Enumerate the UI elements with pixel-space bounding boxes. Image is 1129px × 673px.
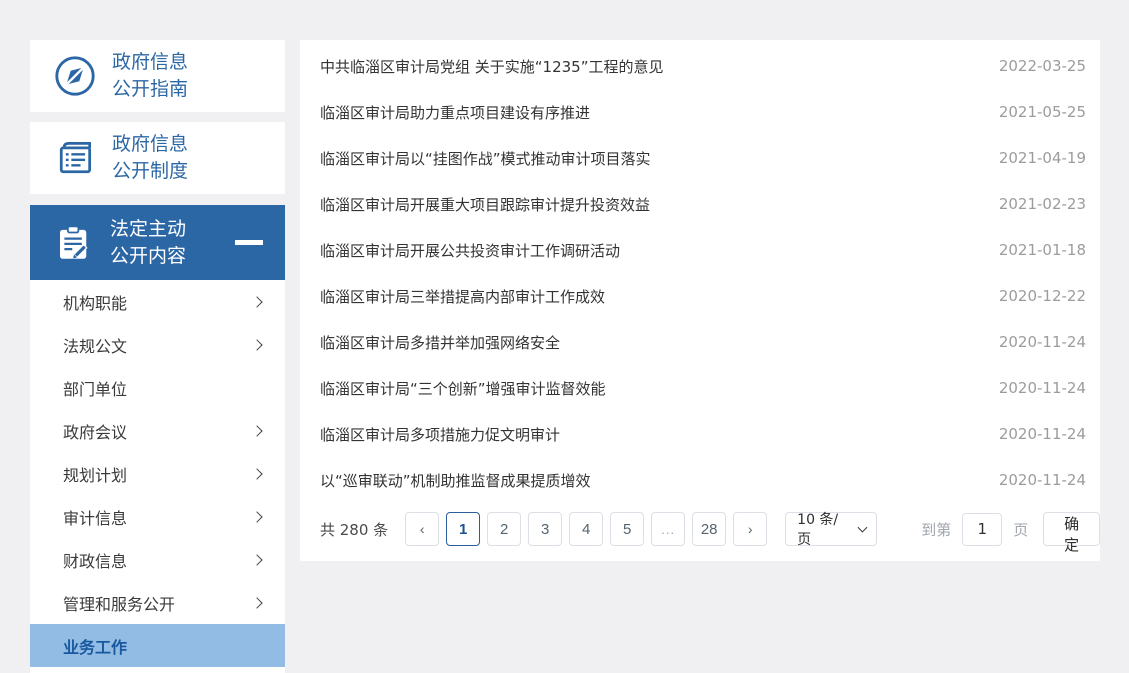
submenu-label: 规划计划 <box>63 462 127 486</box>
sidebar-item-planning[interactable]: 规划计划 <box>30 452 285 495</box>
chevron-right-icon <box>251 296 262 307</box>
sidebar-item-gov-info-system[interactable]: 政府信息 公开制度 <box>30 122 285 194</box>
confirm-button[interactable]: 确定 <box>1043 512 1100 546</box>
submenu-label: 财政信息 <box>63 548 127 572</box>
news-title-link[interactable]: 中共临淄区审计局党组 关于实施“1235”工程的意见 <box>320 56 664 77</box>
sidebar-submenu: 机构职能 法规公文 部门单位 政府会议 规划计划 审计信息 财政信息 管理和服 <box>30 280 285 673</box>
sidebar-item-label: 政府信息 公开指南 <box>112 49 188 103</box>
pagination-next-button[interactable]: › <box>733 512 767 546</box>
news-title-link[interactable]: 临淄区审计局“三个创新”增强审计监督效能 <box>320 378 606 399</box>
sidebar-item-org-functions[interactable]: 机构职能 <box>30 280 285 323</box>
goto-page-input[interactable] <box>962 513 1002 546</box>
sidebar-item-business-work[interactable]: 业务工作 <box>30 624 285 667</box>
news-date: 2020-11-24 <box>999 471 1086 489</box>
sidebar-item-label: 政府信息 公开制度 <box>112 131 188 185</box>
sidebar-item-audit-info[interactable]: 审计信息 <box>30 495 285 538</box>
submenu-label: 审计信息 <box>63 505 127 529</box>
news-date: 2022-03-25 <box>999 57 1086 75</box>
sidebar-item-management-services[interactable]: 管理和服务公开 <box>30 581 285 624</box>
news-row: 临淄区审计局开展重大项目跟踪审计提升投资效益 2021-02-23 <box>300 181 1100 227</box>
news-row: 临淄区审计局开展公共投资审计工作调研活动 2021-01-18 <box>300 227 1100 273</box>
pagination-bar: 共 280 条 ‹ 1 2 3 4 5 ... 28 › 10 条/页 到第 页… <box>300 511 1100 547</box>
news-row: 临淄区审计局多措并举加强网络安全 2020-11-24 <box>300 319 1100 365</box>
news-title-link[interactable]: 临淄区审计局开展重大项目跟踪审计提升投资效益 <box>320 194 650 215</box>
sidebar: 政府信息 公开指南 政府信息 公开制度 <box>30 40 285 673</box>
chevron-right-icon <box>251 554 262 565</box>
goto-page-label: 到第 <box>921 519 951 540</box>
news-list-panel: 中共临淄区审计局党组 关于实施“1235”工程的意见 2022-03-25 临淄… <box>300 40 1100 561</box>
page-size-value: 10 条/页 <box>797 509 849 549</box>
news-date: 2020-11-24 <box>999 425 1086 443</box>
news-row: 以“巡审联动”机制助推监督成果提质增效 2020-11-24 <box>300 457 1100 503</box>
news-row: 临淄区审计局助力重点项目建设有序推进 2021-05-25 <box>300 89 1100 135</box>
news-date: 2020-12-22 <box>999 287 1086 305</box>
news-title-link[interactable]: 临淄区审计局多项措施力促文明审计 <box>320 424 560 445</box>
submenu-label: 法规公文 <box>63 333 127 357</box>
chevron-left-icon: ‹ <box>420 521 425 537</box>
news-title-link[interactable]: 临淄区审计局三举措提高内部审计工作成效 <box>320 286 605 307</box>
sidebar-item-fiscal-info[interactable]: 财政信息 <box>30 538 285 581</box>
sidebar-item-regulations[interactable]: 法规公文 <box>30 323 285 366</box>
sidebar-section-label: 法定主动 公开内容 <box>110 216 186 270</box>
sidebar-section-legal-disclosure[interactable]: 法定主动 公开内容 <box>30 205 285 280</box>
submenu-label: 部门单位 <box>63 376 127 400</box>
news-date: 2021-04-19 <box>999 149 1086 167</box>
news-row: 中共临淄区审计局党组 关于实施“1235”工程的意见 2022-03-25 <box>300 43 1100 89</box>
submenu-label: 管理和服务公开 <box>63 591 175 615</box>
sidebar-item-gov-info-guide[interactable]: 政府信息 公开指南 <box>30 40 285 112</box>
news-date: 2021-02-23 <box>999 195 1086 213</box>
chevron-right-icon <box>251 425 262 436</box>
pagination-page-5[interactable]: 5 <box>610 512 644 546</box>
pagination-prev-button[interactable]: ‹ <box>405 512 439 546</box>
news-row: 临淄区审计局“三个创新”增强审计监督效能 2020-11-24 <box>300 365 1100 411</box>
pagination-page-2[interactable]: 2 <box>487 512 521 546</box>
chevron-right-icon <box>251 468 262 479</box>
news-row: 临淄区审计局多项措施力促文明审计 2020-11-24 <box>300 411 1100 457</box>
submenu-label: 业务工作 <box>63 634 127 658</box>
goto-page-suffix: 页 <box>1013 519 1028 540</box>
news-date: 2020-11-24 <box>999 379 1086 397</box>
sidebar-item-gov-meetings[interactable]: 政府会议 <box>30 409 285 452</box>
chevron-right-icon <box>251 511 262 522</box>
news-title-link[interactable]: 临淄区审计局多措并举加强网络安全 <box>320 332 560 353</box>
news-date: 2020-11-24 <box>999 333 1086 351</box>
pagination-ellipsis[interactable]: ... <box>651 512 685 546</box>
book-lines-icon <box>52 135 98 181</box>
chevron-right-icon <box>251 339 262 350</box>
pagination-page-28[interactable]: 28 <box>692 512 726 546</box>
compass-icon <box>52 53 98 99</box>
chevron-right-icon <box>251 597 262 608</box>
sidebar-item-departments[interactable]: 部门单位 <box>30 366 285 409</box>
news-date: 2021-05-25 <box>999 103 1086 121</box>
news-title-link[interactable]: 以“巡审联动”机制助推监督成果提质增效 <box>320 470 591 491</box>
news-title-link[interactable]: 临淄区审计局助力重点项目建设有序推进 <box>320 102 590 123</box>
pagination-page-1[interactable]: 1 <box>446 512 480 546</box>
collapse-minus-icon[interactable] <box>235 240 263 245</box>
page-size-select[interactable]: 10 条/页 <box>785 512 877 546</box>
news-title-link[interactable]: 临淄区审计局以“挂图作战”模式推动审计项目落实 <box>320 148 651 169</box>
submenu-label: 机构职能 <box>63 290 127 314</box>
pagination-total: 共 280 条 <box>320 519 388 540</box>
news-row: 临淄区审计局以“挂图作战”模式推动审计项目落实 2021-04-19 <box>300 135 1100 181</box>
clipboard-pencil-icon <box>52 221 96 265</box>
chevron-down-icon <box>857 522 867 532</box>
pagination-page-4[interactable]: 4 <box>569 512 603 546</box>
news-title-link[interactable]: 临淄区审计局开展公共投资审计工作调研活动 <box>320 240 620 261</box>
submenu-label: 政府会议 <box>63 419 127 443</box>
chevron-right-icon: › <box>748 521 753 537</box>
news-row: 临淄区审计局三举措提高内部审计工作成效 2020-12-22 <box>300 273 1100 319</box>
news-date: 2021-01-18 <box>999 241 1086 259</box>
pagination-page-3[interactable]: 3 <box>528 512 562 546</box>
